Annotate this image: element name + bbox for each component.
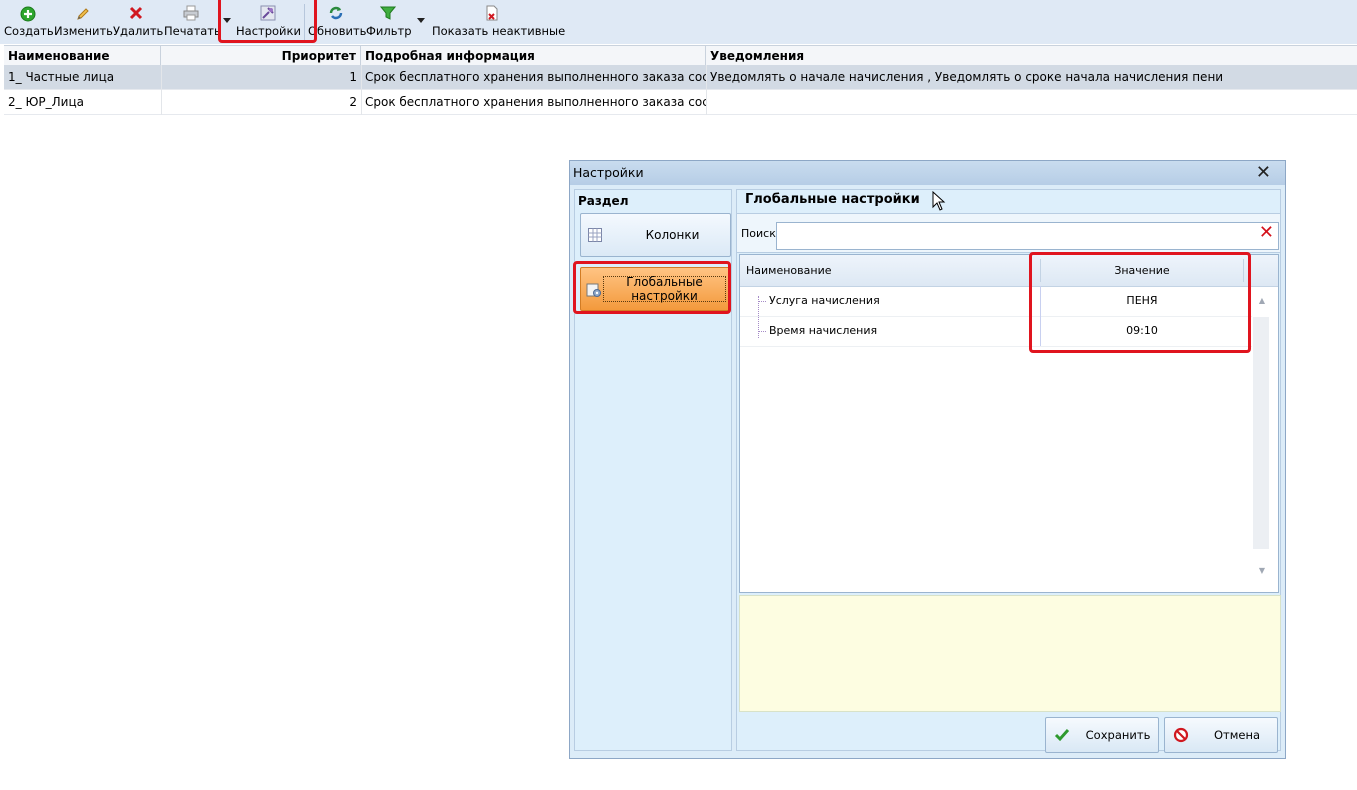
search-label: Поиск bbox=[741, 227, 776, 240]
panel-title: Глобальные настройки bbox=[745, 192, 920, 207]
grid-header: Наименование Приоритет Подробная информа… bbox=[4, 45, 1357, 67]
section-label: Раздел bbox=[578, 194, 629, 208]
cell-priority: 2 bbox=[349, 95, 357, 109]
cell-details: Срок бесплатного хранения выполненного з… bbox=[365, 70, 706, 84]
toolbar: Создать Изменить Удалить Печатать Настро… bbox=[0, 0, 1357, 44]
filter-icon bbox=[366, 2, 410, 24]
table-row[interactable]: 1_ Частные лица 1 Срок бесплатного хране… bbox=[4, 65, 1357, 90]
tree-connector bbox=[758, 331, 766, 332]
nav-highlight bbox=[573, 261, 731, 314]
settings-highlight bbox=[218, 0, 317, 43]
delete-button[interactable]: Удалить bbox=[113, 0, 163, 44]
filter-dropdown-icon[interactable] bbox=[417, 18, 425, 23]
grid-icon bbox=[588, 228, 602, 245]
mouse-cursor-icon bbox=[932, 190, 946, 214]
cell-notifications bbox=[706, 90, 1357, 114]
description-panel bbox=[739, 595, 1281, 712]
cell-name: 1_ Частные лица bbox=[8, 70, 115, 84]
column-header-details[interactable]: Подробная информация bbox=[361, 46, 706, 66]
pencil-icon bbox=[54, 2, 112, 24]
show-inactive-button[interactable]: Показать неактивные bbox=[432, 0, 565, 44]
clear-search-icon[interactable]: ✕ bbox=[1259, 224, 1274, 242]
grid-divider bbox=[361, 65, 362, 115]
edit-button[interactable]: Изменить bbox=[54, 0, 113, 44]
search-input[interactable] bbox=[776, 222, 1279, 250]
grid-divider bbox=[161, 65, 162, 115]
cell-notifications: Уведомлять о начале начисления , Уведомл… bbox=[710, 70, 1224, 84]
scroll-up-icon[interactable]: ▲ bbox=[1259, 296, 1265, 305]
checkmark-icon bbox=[1054, 727, 1070, 746]
printer-icon bbox=[164, 2, 218, 24]
dialog-title: Настройки bbox=[573, 165, 644, 180]
cancel-button[interactable]: Отмена bbox=[1164, 717, 1278, 753]
dialog-title-bar[interactable]: Настройки ✕ bbox=[570, 161, 1285, 185]
tree-scrollbar[interactable] bbox=[1253, 317, 1269, 549]
cell-name: 2_ ЮР_Лица bbox=[8, 95, 84, 109]
nav-columns-button[interactable]: Колонки bbox=[580, 213, 731, 257]
tree-column-name[interactable]: Наименование bbox=[746, 255, 831, 286]
column-header-notifications[interactable]: Уведомления bbox=[706, 46, 1357, 66]
inactive-document-icon bbox=[432, 2, 552, 24]
table-row[interactable]: 2_ ЮР_Лица 2 Срок бесплатного хранения в… bbox=[4, 90, 1357, 115]
filter-button[interactable]: Фильтр bbox=[366, 0, 412, 44]
setting-name: Время начисления bbox=[769, 324, 878, 337]
grid-divider bbox=[706, 65, 707, 115]
value-highlight bbox=[1029, 252, 1251, 353]
cell-details: Срок бесплатного хранения выполненного з… bbox=[365, 95, 706, 109]
cancel-icon bbox=[1173, 727, 1189, 746]
add-icon bbox=[4, 2, 52, 24]
search-row: Поиск ✕ bbox=[736, 213, 1281, 253]
scroll-down-icon[interactable]: ▼ bbox=[1259, 566, 1265, 575]
save-button[interactable]: Сохранить bbox=[1045, 717, 1159, 753]
print-button[interactable]: Печатать bbox=[164, 0, 221, 44]
delete-icon bbox=[113, 2, 159, 24]
setting-name: Услуга начисления bbox=[769, 294, 880, 307]
create-button[interactable]: Создать bbox=[4, 0, 54, 44]
column-header-priority[interactable]: Приоритет bbox=[161, 46, 361, 66]
close-icon[interactable]: ✕ bbox=[1256, 162, 1271, 184]
tree-connector bbox=[758, 301, 766, 302]
column-header-name[interactable]: Наименование bbox=[4, 46, 161, 66]
nav-columns-label: Колонки bbox=[645, 228, 700, 242]
cell-priority: 1 bbox=[349, 70, 357, 84]
settings-dialog: Настройки ✕ Раздел Колонки Глобальные на… bbox=[569, 160, 1286, 759]
